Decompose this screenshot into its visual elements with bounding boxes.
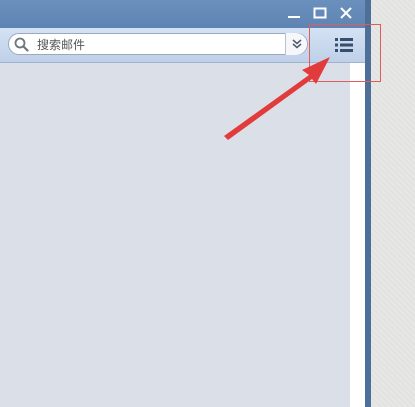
scrollbar-gutter[interactable] [350,63,365,407]
search-box [8,33,308,55]
mail-content-area [0,63,350,407]
close-button[interactable] [337,4,355,22]
search-options-button[interactable] [285,33,307,55]
annotation-highlight-box [309,24,381,82]
search-input[interactable] [37,36,282,54]
close-icon [340,7,352,19]
maximize-icon [313,7,327,19]
double-chevron-down-icon [292,39,302,49]
minimize-icon [288,16,300,18]
window-controls [285,4,355,22]
minimize-button[interactable] [285,4,303,22]
maximize-button[interactable] [311,4,329,22]
search-icon[interactable] [14,37,29,52]
